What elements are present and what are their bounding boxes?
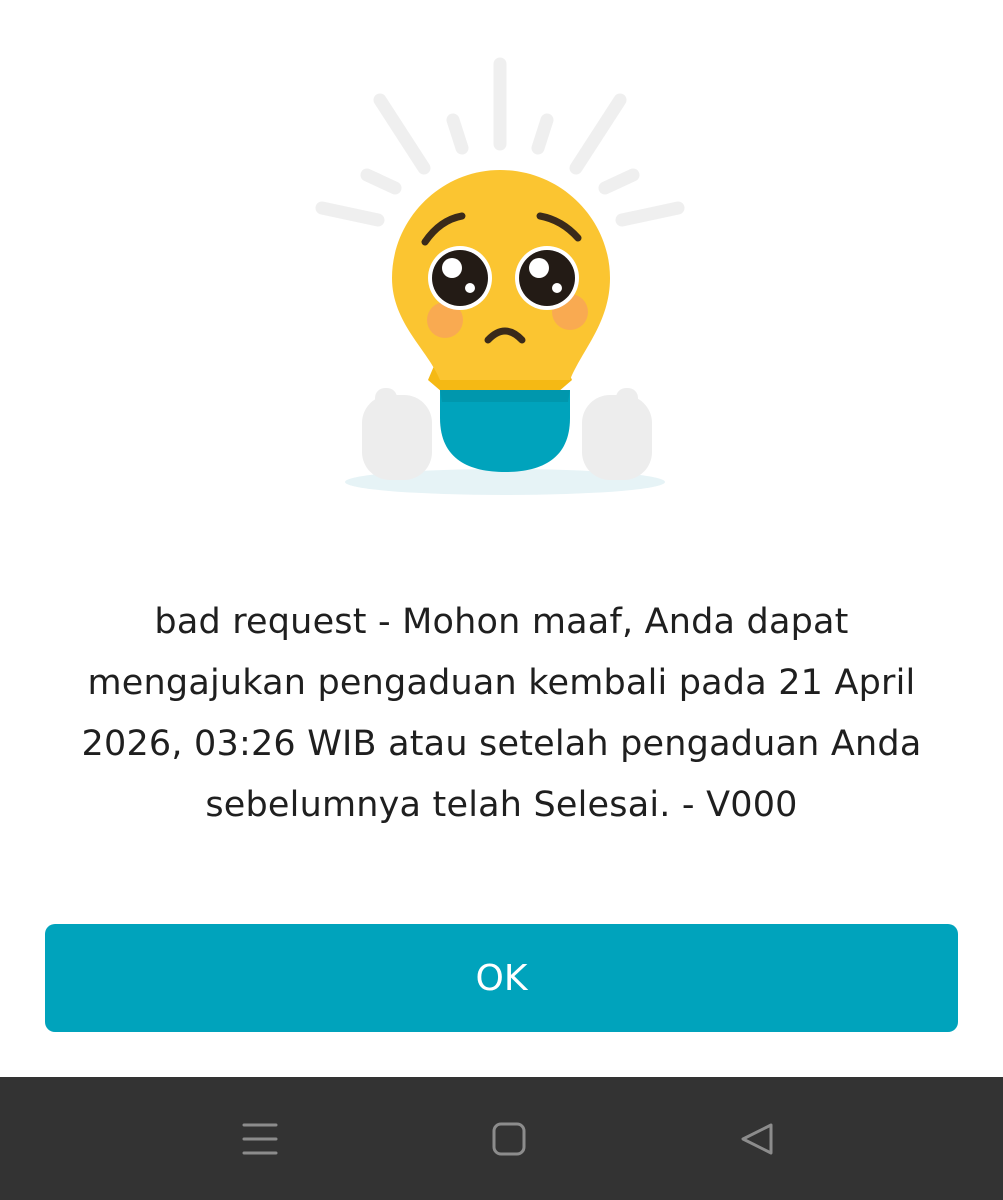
error-dialog: bad request - Mohon maaf, Anda dapat men… — [0, 0, 1003, 1077]
ok-button[interactable]: OK — [45, 924, 958, 1032]
message-line: bad request - Mohon maaf, Anda dapat — [154, 602, 849, 642]
screen: bad request - Mohon maaf, Anda dapat men… — [0, 0, 1003, 1200]
message-line: mengajukan pengaduan kembali pada 21 Apr… — [87, 663, 916, 703]
message-line: sebelumnya telah Selesai. - V000 — [205, 785, 798, 825]
message-line: 2026, 03:26 WIB atau setelah pengaduan A… — [81, 724, 922, 764]
error-message: bad request - Mohon maaf, Anda dapat men… — [60, 592, 943, 836]
menu-lines-icon — [242, 1123, 278, 1155]
square-home-icon — [492, 1122, 526, 1156]
triangle-back-icon — [741, 1123, 773, 1155]
home-button[interactable] — [487, 1117, 531, 1161]
back-button[interactable] — [735, 1117, 779, 1161]
menu-button[interactable] — [238, 1117, 282, 1161]
shirt — [440, 390, 570, 472]
sad-lightbulb-illustration — [315, 57, 685, 495]
system-navigation-bar — [0, 1077, 1003, 1200]
